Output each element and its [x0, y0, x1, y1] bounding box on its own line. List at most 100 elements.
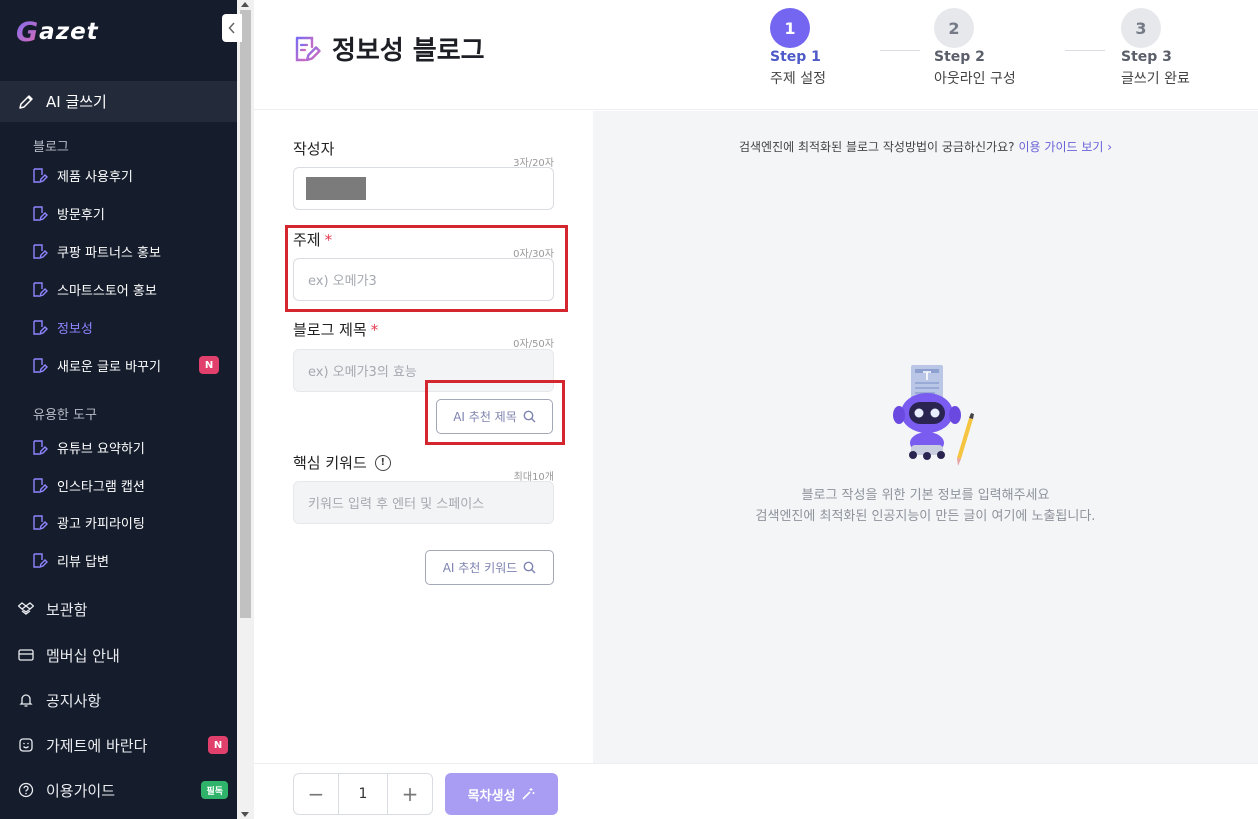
tools-section-label: 유용한 도구 — [33, 408, 97, 423]
page-header: 정보성 블로그 1 Step 1 주제 설정 2 Step 2 아웃라인 구성 … — [254, 0, 1258, 110]
author-label: 작성자 — [293, 138, 334, 159]
increment-button[interactable]: + — [388, 774, 432, 814]
empty-state-line-2: 검색엔진에 최적화된 인공지능이 만든 글이 여기에 노출됩니다. — [755, 509, 1096, 524]
step-2-desc: 아웃라인 구성 — [934, 71, 1016, 87]
blog-title-counter: 0자/50자 — [513, 339, 554, 350]
new-badge: N — [208, 736, 228, 754]
footer-bar: − 1 + 목차생성 — [254, 763, 1258, 819]
sidebar-item-info[interactable]: 정보성 — [31, 315, 231, 339]
blog-section-label: 블로그 — [33, 140, 69, 155]
sidebar-collapse-button[interactable] — [222, 14, 242, 42]
quantity-value[interactable]: 1 — [338, 774, 388, 814]
keyword-label: 핵심 키워드 ! — [293, 452, 391, 473]
guide-text: 검색엔진에 최적화된 블로그 작성방법이 궁금하신가요? — [738, 140, 1015, 154]
author-label-text: 작성자 — [293, 140, 335, 158]
nav-ai-write[interactable]: AI 글쓰기 — [0, 81, 237, 122]
help-icon — [18, 782, 34, 798]
required-mark: * — [370, 320, 379, 339]
step-connector — [1065, 50, 1105, 51]
sidebar-item-label: 공지사항 — [46, 691, 102, 710]
empty-state-text: 블로그 작성을 위한 기본 정보를 입력해주세요 검색엔진에 최적화된 인공지능… — [593, 485, 1258, 527]
ai-keyword-button[interactable]: AI 추천 키워드 — [425, 550, 554, 585]
keyword-label-text: 핵심 키워드 — [293, 454, 367, 472]
step-2-number: 2 — [934, 8, 974, 48]
guide-link[interactable]: 이용 가이드 보기 › — [1019, 140, 1113, 154]
sidebar-item-storage[interactable]: 보관함 — [18, 596, 233, 622]
edit-doc-icon — [33, 243, 48, 259]
logo-text: azet — [39, 19, 99, 45]
sidebar-item-notice[interactable]: 공지사항 — [18, 687, 233, 713]
sidebar-item-smartstore[interactable]: 스마트스토어 홍보 — [31, 277, 231, 301]
preview-panel: 검색엔진에 최적화된 블로그 작성방법이 궁금하신가요? 이용 가이드 보기 › … — [593, 111, 1258, 763]
sidebar-item-ad-copy[interactable]: 광고 카피라이팅 — [31, 510, 231, 534]
topic-highlight-box — [285, 225, 568, 312]
sidebar-item-instagram[interactable]: 인스타그램 캡션 — [31, 473, 231, 497]
step-2-name: Step 2 — [934, 49, 985, 65]
sidebar-item-label: 가제트에 바란다 — [46, 736, 148, 755]
step-1: 1 Step 1 주제 설정 — [770, 8, 826, 88]
sidebar-item-rewrite[interactable]: 새로운 글로 바꾸기 N — [31, 353, 231, 377]
author-input[interactable] — [293, 167, 554, 210]
step-3: 3 Step 3 글쓰기 완료 — [1121, 8, 1190, 88]
sidebar-item-label: 보관함 — [46, 600, 88, 619]
sidebar-item-product-review[interactable]: 제품 사용후기 — [31, 163, 231, 187]
sidebar-item-label: 새로운 글로 바꾸기 — [57, 359, 161, 375]
step-1-desc: 주제 설정 — [770, 71, 826, 87]
sidebar-item-label: 정보성 — [57, 321, 93, 337]
step-1-number: 1 — [770, 8, 810, 48]
blog-form: 작성자 3자/20자 주제 * 0자/30자 ex) 오메가3 블로그 제목 * 0… — [254, 111, 593, 763]
info-icon[interactable]: ! — [374, 454, 391, 471]
sidebar-item-visit-review[interactable]: 방문후기 — [31, 201, 231, 225]
generate-outline-button[interactable]: 목차생성 — [445, 773, 558, 815]
scroll-down-arrow-icon[interactable] — [241, 812, 249, 817]
must-read-badge: 필독 — [201, 781, 228, 799]
sidebar-item-label: 리뷰 답변 — [57, 554, 109, 570]
sidebar-scrollbar[interactable] — [237, 0, 254, 819]
new-badge: N — [199, 356, 219, 374]
edit-doc-icon — [33, 281, 48, 297]
logo-letter: G — [16, 16, 40, 48]
magic-wand-icon — [522, 788, 535, 800]
guide-line: 검색엔진에 최적화된 블로그 작성방법이 궁금하신가요? 이용 가이드 보기 › — [593, 138, 1258, 155]
sidebar-item-label: 멤버십 안내 — [46, 646, 120, 665]
chevron-left-icon — [228, 22, 235, 34]
pencil-icon — [19, 94, 33, 109]
generate-outline-label: 목차생성 — [467, 788, 516, 804]
step-2: 2 Step 2 아웃라인 구성 — [934, 8, 1016, 88]
sidebar-item-label: 제품 사용후기 — [57, 169, 133, 185]
sidebar-item-coupang[interactable]: 쿠팡 파트너스 홍보 — [31, 239, 231, 263]
gazet-logo[interactable]: Gazet — [16, 14, 99, 50]
feedback-icon — [19, 738, 33, 752]
sidebar-item-label: 이용가이드 — [46, 781, 116, 800]
edit-doc-icon — [33, 319, 48, 335]
search-icon — [523, 561, 536, 574]
quantity-stepper: − 1 + — [293, 773, 433, 815]
ai-title-highlight-box — [425, 380, 565, 445]
edit-doc-icon — [33, 439, 48, 455]
nav-ai-write-label: AI 글쓰기 — [46, 93, 107, 111]
blog-title-label: 블로그 제목 * — [293, 319, 378, 340]
edit-doc-icon — [295, 36, 321, 61]
sidebar-item-review-reply[interactable]: 리뷰 답변 — [31, 548, 231, 572]
bell-icon — [19, 694, 33, 707]
sidebar-item-guide[interactable]: 이용가이드 필독 — [18, 777, 233, 803]
empty-state-line-1: 블로그 작성을 위한 기본 정보를 입력해주세요 — [801, 488, 1050, 503]
blog-title-placeholder: ex) 오메가3의 효능 — [308, 365, 417, 380]
decrement-button[interactable]: − — [294, 774, 338, 814]
sidebar-item-label: 인스타그램 캡션 — [57, 479, 145, 495]
step-connector — [880, 50, 920, 51]
step-3-number: 3 — [1121, 8, 1161, 48]
sidebar-item-label: 쿠팡 파트너스 홍보 — [57, 245, 161, 261]
sidebar-item-membership[interactable]: 멤버십 안내 — [18, 642, 233, 668]
sidebar-item-youtube[interactable]: 유튜브 요약하기 — [31, 435, 231, 459]
edit-doc-icon — [33, 205, 48, 221]
ai-keyword-button-label: AI 추천 키워드 — [442, 561, 518, 575]
edit-doc-icon — [33, 514, 48, 530]
scroll-up-arrow-icon[interactable] — [241, 2, 249, 7]
keyword-input[interactable]: 키워드 입력 후 엔터 및 스페이스 — [293, 481, 554, 524]
page-title: 정보성 블로그 — [292, 30, 485, 67]
sidebar-item-feedback[interactable]: 가제트에 바란다 N — [18, 732, 233, 758]
card-icon — [18, 649, 34, 661]
scroll-thumb[interactable] — [240, 10, 251, 618]
sidebar: Gazet AI 글쓰기 블로그 제품 사용후기 방문후기 쿠팡 파트너스 홍보… — [0, 0, 237, 819]
